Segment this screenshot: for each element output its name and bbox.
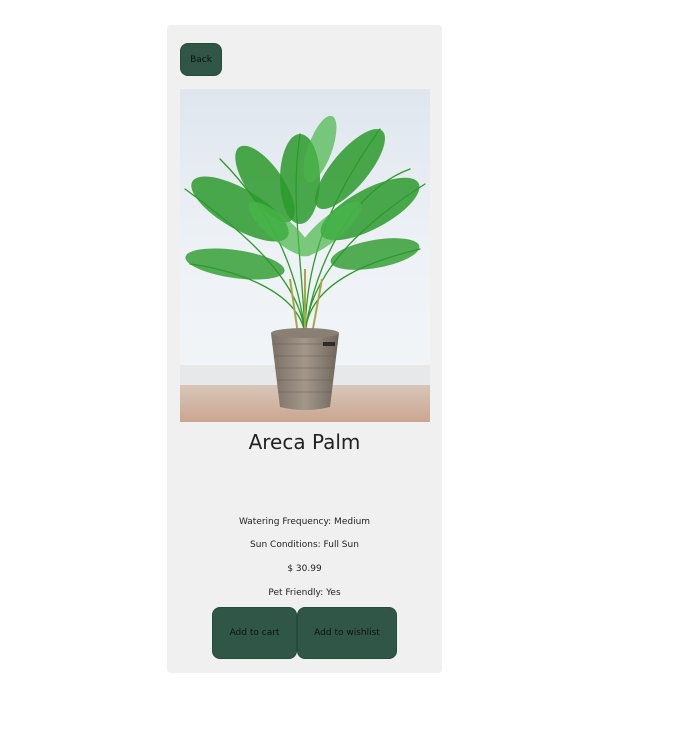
add-to-cart-button[interactable]: Add to cart <box>212 607 297 659</box>
price: $ 30.99 <box>287 564 322 574</box>
product-image <box>180 89 430 422</box>
product-card: Back Areca Palm Watering Frequency: Medi… <box>167 25 442 673</box>
sun-conditions: Sun Conditions: Full Sun <box>250 540 359 550</box>
plant-name: Areca Palm <box>248 430 361 454</box>
watering-frequency: Watering Frequency: Medium <box>238 517 371 527</box>
pet-friendly: Pet Friendly: Yes <box>268 588 341 598</box>
areca-palm-illustration <box>180 89 430 422</box>
add-to-wishlist-button[interactable]: Add to wishlist <box>297 607 397 659</box>
back-button[interactable]: Back <box>180 43 222 76</box>
